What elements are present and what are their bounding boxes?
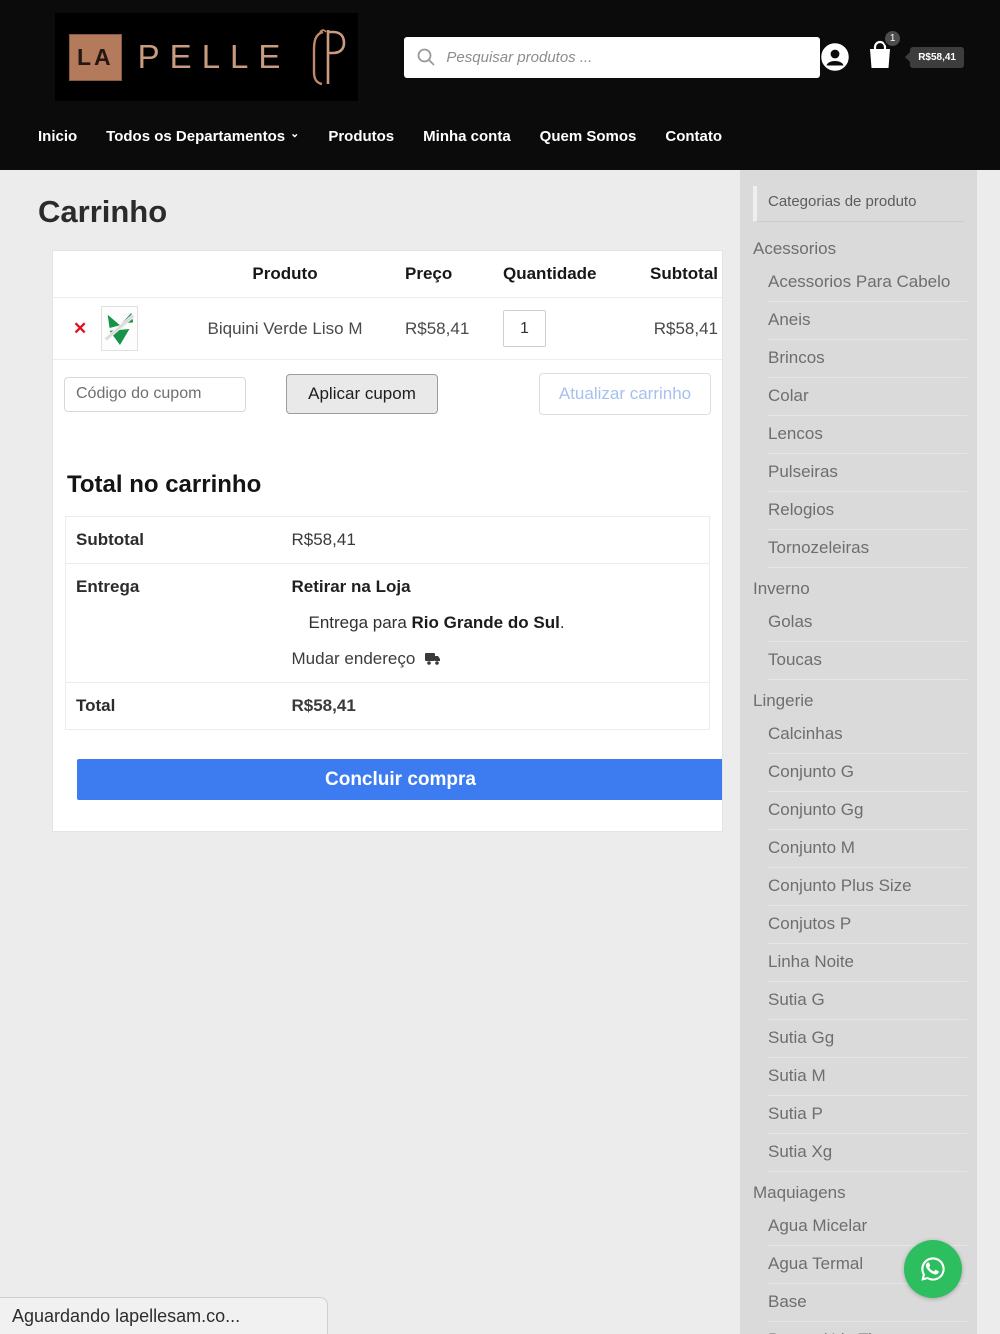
category-item[interactable]: Sutia M (768, 1058, 967, 1096)
change-address-icon (425, 653, 441, 665)
shipping-destination: Entrega para Rio Grande do Sul. (308, 613, 565, 632)
page-title: Carrinho (38, 194, 168, 229)
cart-table: Produto Preço Quantidade Subtotal ✕ Biqu… (53, 251, 722, 360)
category-item[interactable]: Relogios (768, 492, 967, 530)
remove-item-icon[interactable]: ✕ (57, 319, 87, 338)
logo-wordmark: PELLE (137, 38, 291, 75)
product-subtotal: R$58,41 (617, 297, 722, 360)
nav-item[interactable]: Minha conta (423, 128, 511, 145)
site-header: LA PELLE Pesquisar produtos ... 1 R$58,4… (0, 0, 1000, 170)
category-item[interactable]: Linha Noite (768, 944, 967, 982)
whatsapp-button[interactable] (904, 1240, 962, 1298)
category-item[interactable]: Brincos (768, 340, 967, 378)
cart-totals-section: Total no carrinho Subtotal R$58,41 Entre… (53, 471, 722, 800)
search-icon (418, 48, 436, 66)
product-price: R$58,41 (401, 297, 499, 360)
logo[interactable]: LA PELLE (55, 13, 359, 101)
cart-count-badge: 1 (883, 28, 903, 48)
checkout-button[interactable]: Concluir compra (77, 759, 722, 800)
subtotal-value: R$58,41 (291, 530, 356, 549)
account-icon[interactable] (820, 42, 850, 72)
quantity-input[interactable] (503, 310, 546, 347)
total-value: R$58,41 (291, 696, 356, 715)
col-header-product: Produto (169, 251, 401, 298)
col-header-subtotal: Subtotal (617, 251, 722, 298)
category-item[interactable]: Golas (768, 604, 967, 642)
category-item[interactable]: Sutia G (768, 982, 967, 1020)
col-header-quantity: Quantidade (499, 251, 617, 298)
subtotal-label: Subtotal (76, 530, 144, 549)
category-item[interactable]: Maquiagens (740, 1172, 977, 1208)
nav-item[interactable]: Inicio (38, 128, 77, 145)
sidebar-title: Categorias de produto (753, 186, 964, 222)
category-item[interactable]: Pulseiras (768, 454, 967, 492)
category-item[interactable]: Sutia Gg (768, 1020, 967, 1058)
search-bar (404, 36, 821, 78)
category-item[interactable]: Conjunto Plus Size (768, 868, 967, 906)
update-cart-button[interactable]: Atualizar carrinho (539, 373, 711, 415)
logo-la-badge: LA (69, 33, 122, 81)
category-item[interactable]: Colar (768, 378, 967, 416)
product-name[interactable]: Biquini Verde Liso M (169, 297, 401, 360)
col-header-price: Preço (401, 251, 499, 298)
category-item[interactable]: Sutia Xg (768, 1134, 967, 1172)
cart-button[interactable]: 1 (866, 28, 903, 75)
category-item[interactable]: Lingerie (740, 680, 977, 716)
main-nav: Inicio Todos os Departamentos ⌄ Produtos … (38, 128, 722, 145)
cart-total-bubble[interactable]: R$58,41 (910, 46, 964, 68)
category-item[interactable]: Conjunto G (768, 754, 967, 792)
subtotal-row: Subtotal R$58,41 (65, 517, 710, 564)
sidebar-categories: Categorias de produto Acessorios Acessor… (740, 170, 977, 1334)
search-input[interactable] (446, 48, 809, 66)
category-item[interactable]: Toucas (768, 642, 967, 680)
change-address-link[interactable]: Mudar endereço (292, 649, 710, 669)
cart-totals-title: Total no carrinho (67, 471, 262, 498)
category-item[interactable]: Aneis (768, 302, 967, 340)
coupon-row: Aplicar cupom Atualizar carrinho (53, 360, 722, 429)
category-item[interactable]: Calcinhas (768, 716, 967, 754)
apply-coupon-button[interactable]: Aplicar cupom (286, 374, 438, 414)
shipping-row: Entrega Retirar na Loja Entrega para Rio… (65, 564, 710, 683)
shipping-method: Retirar na Loja (291, 577, 411, 596)
logo-monogram-icon (313, 29, 346, 86)
browser-status-bar: Aguardando lapellesam.co... (0, 1297, 328, 1334)
category-item[interactable]: Acessorios Para Cabelo (768, 264, 967, 302)
category-item[interactable]: Sutia P (768, 1096, 967, 1134)
category-item[interactable]: Lencos (768, 416, 967, 454)
category-item[interactable]: Acessorios (740, 228, 977, 264)
totals-table: Subtotal R$58,41 Entrega Retirar na Loja… (65, 516, 710, 730)
chevron-down-icon: ⌄ (290, 127, 300, 140)
total-label: Total (76, 696, 116, 715)
category-item[interactable]: Inverno (740, 568, 977, 604)
nav-item[interactable]: Quem Somos (540, 128, 637, 145)
cart-item-row: ✕ Biquini Verde Liso M R$58,41 R$58,41 (53, 297, 722, 360)
total-row: Total R$58,41 (65, 683, 710, 730)
category-item[interactable]: Conjunto Gg (768, 792, 967, 830)
cart-panel: Produto Preço Quantidade Subtotal ✕ Biqu… (52, 250, 723, 832)
coupon-code-input[interactable] (64, 376, 246, 412)
category-item[interactable]: Conjunto M (768, 830, 967, 868)
whatsapp-icon (921, 1257, 945, 1281)
nav-item[interactable]: Todos os Departamentos ⌄ (106, 128, 299, 145)
product-thumbnail[interactable] (101, 306, 138, 351)
nav-item[interactable]: Contato (665, 128, 722, 145)
category-item[interactable]: Batom / Lip Tint (768, 1322, 967, 1334)
category-list: Acessorios Acessorios Para Cabelo Aneis … (740, 228, 977, 1334)
category-item[interactable]: Conjutos P (768, 906, 967, 944)
nav-item[interactable]: Produtos (328, 128, 394, 145)
category-item[interactable]: Tornozeleiras (768, 530, 967, 568)
shipping-label: Entrega (76, 577, 140, 596)
